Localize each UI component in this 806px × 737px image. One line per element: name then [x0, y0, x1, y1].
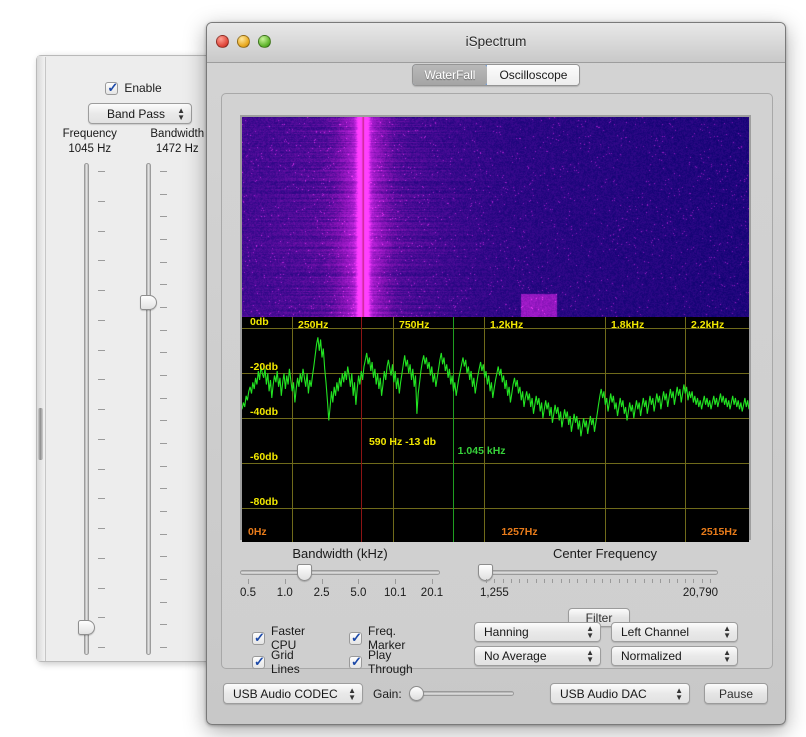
channel-popup[interactable]: Left Channel ▲▼ — [611, 622, 738, 642]
frequency-slider-track[interactable] — [84, 163, 89, 655]
window-function-popup[interactable]: Hanning ▲▼ — [474, 622, 601, 642]
center-frequency-max: 20,790 — [658, 587, 718, 599]
drawer-resize-grip[interactable] — [38, 408, 43, 460]
scaling-value: Normalized — [621, 649, 682, 663]
y-axis-tick-label: -80db — [250, 496, 278, 508]
filter-drawer-window: Enable Band Pass ▲▼ Frequency 1045 Hz Ba… — [36, 55, 222, 662]
tab-bar: WaterFall Oscilloscope — [207, 64, 785, 86]
bandwidth-slider-title: Bandwidth (kHz) — [240, 546, 440, 561]
enable-row[interactable]: Enable — [46, 81, 221, 95]
gain-label: Gain: — [373, 687, 402, 701]
tab-group: WaterFall Oscilloscope — [412, 64, 581, 86]
axis-endpoint-label: 1257Hz — [501, 526, 537, 538]
window-title: iSpectrum — [207, 34, 785, 49]
scaling-popup[interactable]: Normalized ▲▼ — [611, 646, 738, 666]
tab-oscilloscope[interactable]: Oscilloscope — [487, 65, 579, 85]
waterfall-display[interactable] — [242, 117, 749, 317]
filter-drawer-content: Enable Band Pass ▲▼ Frequency 1045 Hz Ba… — [45, 57, 221, 661]
play-through-label: Play Through — [368, 648, 413, 676]
output-device-value: USB Audio DAC — [560, 687, 647, 701]
frequency-slider-ticks — [98, 163, 106, 655]
y-axis-tick-label: -60db — [250, 451, 278, 463]
screen: Enable Band Pass ▲▼ Frequency 1045 Hz Ba… — [0, 0, 806, 737]
y-axis-tick-label: -20db — [250, 361, 278, 373]
frequency-value: 1045 Hz — [46, 143, 134, 155]
drawer-edge — [37, 56, 45, 661]
gain-slider-track[interactable] — [411, 691, 514, 696]
vertical-sliders — [46, 163, 221, 663]
ispectrum-window: iSpectrum WaterFall Oscilloscope 250Hz 75… — [206, 22, 786, 725]
y-axis-tick-label: -40db — [250, 406, 278, 418]
gain-slider-knob[interactable] — [409, 686, 424, 701]
enable-label: Enable — [124, 81, 161, 95]
input-device-value: USB Audio CODEC — [233, 687, 338, 701]
spectrum-trace — [242, 317, 749, 542]
peak-annotation: 590 Hz -13 db — [369, 436, 436, 448]
pause-button[interactable]: Pause — [704, 683, 768, 704]
center-frequency-title: Center Frequency — [480, 546, 730, 561]
center-frequency-min: 1,255 — [480, 587, 509, 599]
x-axis-tick-label: 250Hz — [298, 319, 328, 331]
tab-waterfall[interactable]: WaterFall — [413, 65, 488, 85]
chevron-updown-icon: ▲▼ — [586, 649, 594, 663]
center-frequency-annotation: 1.045 kHz — [458, 445, 506, 457]
play-through-checkbox[interactable] — [349, 656, 362, 669]
spectrum-plot[interactable]: 250Hz 750Hz 1.2kHz 1.8kHz 2.2kHz 0db -20db -40d… — [242, 317, 749, 542]
bandwidth-tick-label: 20.1 — [421, 587, 443, 599]
checkbox-grid-lines[interactable]: Grid Lines — [252, 648, 300, 676]
bandwidth-slider-track[interactable] — [240, 570, 440, 575]
freq-marker-checkbox[interactable] — [349, 632, 362, 645]
bandwidth-tick-label: 0.5 — [240, 587, 256, 599]
window-titlebar[interactable]: iSpectrum — [207, 23, 785, 63]
channel-value: Left Channel — [621, 625, 689, 639]
slider-labels: Frequency 1045 Hz Bandwidth 1472 Hz — [46, 128, 221, 155]
chevron-updown-icon: ▲▼ — [723, 625, 731, 639]
analyzer-display[interactable]: 250Hz 750Hz 1.2kHz 1.8kHz 2.2kHz 0db -20db -40d… — [240, 115, 751, 540]
grid-lines-checkbox[interactable] — [252, 656, 265, 669]
grid-lines-label: Grid Lines — [271, 648, 300, 676]
bandwidth-slider-track[interactable] — [146, 163, 151, 655]
chevron-updown-icon: ▲▼ — [348, 687, 356, 701]
chevron-updown-icon: ▲▼ — [177, 107, 185, 121]
bandwidth-tick-label: 10.1 — [384, 587, 406, 599]
window-function-value: Hanning — [484, 625, 529, 639]
frequency-label: Frequency — [46, 128, 134, 140]
averaging-popup[interactable]: No Average ▲▼ — [474, 646, 601, 666]
checkbox-play-through[interactable]: Play Through — [349, 648, 413, 676]
chevron-updown-icon: ▲▼ — [723, 649, 731, 663]
bandwidth-slider-ticks — [160, 163, 168, 655]
center-frequency-ticks — [480, 579, 718, 585]
bandwidth-tick-label: 5.0 — [350, 587, 366, 599]
x-axis-tick-label: 2.2kHz — [691, 319, 724, 331]
filter-type-popup[interactable]: Band Pass ▲▼ — [88, 103, 192, 124]
filter-type-value: Band Pass — [107, 107, 165, 121]
bottom-toolbar: USB Audio CODEC ▲▼ Gain: USB Audio DAC ▲… — [221, 678, 773, 712]
averaging-value: No Average — [484, 649, 547, 663]
x-axis-tick-label: 750Hz — [399, 319, 429, 331]
frequency-slider-knob[interactable] — [78, 620, 95, 635]
x-axis-tick-label: 1.2kHz — [490, 319, 523, 331]
y-axis-tick-label: 0db — [250, 317, 269, 328]
input-device-popup[interactable]: USB Audio CODEC ▲▼ — [223, 683, 363, 704]
faster-cpu-checkbox[interactable] — [252, 632, 265, 645]
bandwidth-tick-label: 2.5 — [314, 587, 330, 599]
chevron-updown-icon: ▲▼ — [675, 687, 683, 701]
x-axis-tick-label: 1.8kHz — [611, 319, 644, 331]
center-frequency-track[interactable] — [480, 570, 718, 575]
chevron-updown-icon: ▲▼ — [586, 625, 594, 639]
axis-endpoint-label: 0Hz — [248, 526, 267, 538]
enable-checkbox[interactable] — [105, 82, 118, 95]
bandwidth-tick-labels: 0.5 1.0 2.5 5.0 10.1 20.1 — [240, 587, 440, 603]
bandwidth-tick-label: 1.0 — [277, 587, 293, 599]
bandwidth-slider-ticks — [240, 579, 440, 585]
main-content-panel: 250Hz 750Hz 1.2kHz 1.8kHz 2.2kHz 0db -20db -40d… — [221, 93, 773, 669]
bandwidth-slider-knob[interactable] — [140, 295, 157, 310]
waterfall-canvas — [242, 117, 749, 317]
output-device-popup[interactable]: USB Audio DAC ▲▼ — [550, 683, 690, 704]
axis-endpoint-label: 2515Hz — [701, 526, 737, 538]
